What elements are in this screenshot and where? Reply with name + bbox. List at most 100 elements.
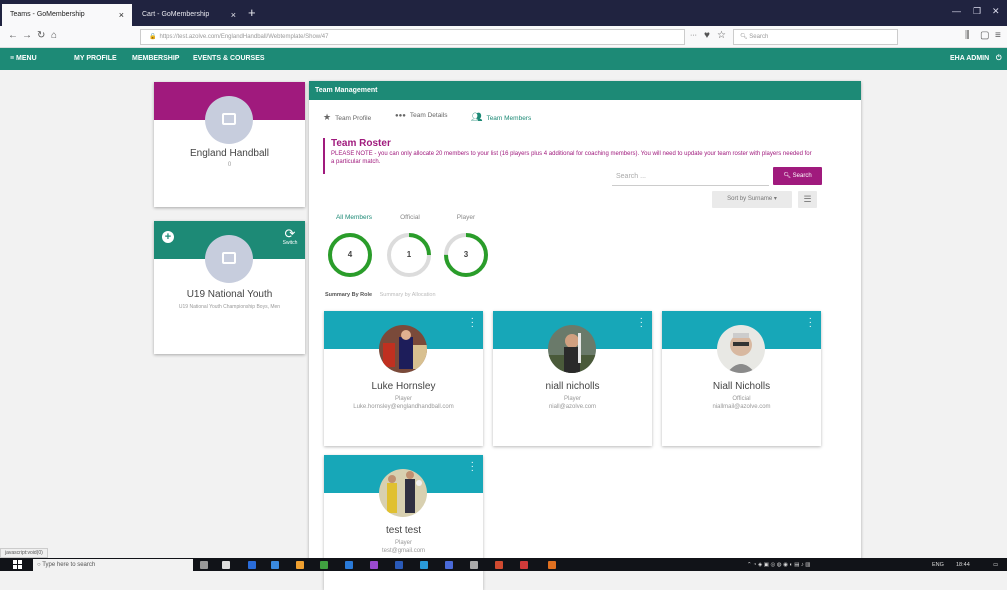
member-card[interactable]: · · · Niall Nicholls Official niallmail@az…: [662, 311, 821, 446]
address-bar[interactable]: 🔒 https://test.azolve.com/EnglandHandball…: [140, 29, 685, 45]
forward-icon[interactable]: →: [22, 30, 32, 41]
minimize-icon[interactable]: —: [952, 6, 961, 16]
reload-icon[interactable]: ↻: [37, 30, 45, 41]
firefox-icon[interactable]: [548, 561, 556, 569]
menu-button[interactable]: ≡ MENU: [10, 48, 37, 70]
nav-events-courses[interactable]: EVENTS & COURSES: [193, 48, 265, 70]
app-icon[interactable]: [271, 561, 279, 569]
member-email: niall@azolve.com: [548, 404, 597, 410]
clock[interactable]: 18:44: [956, 559, 970, 571]
member-email: Luke.hornsley@englandhandball.com: [353, 404, 454, 410]
member-photo: [379, 469, 427, 517]
close-window-icon[interactable]: ✕: [992, 6, 1000, 17]
sort-dropdown[interactable]: Sort by Surname ▾: [712, 191, 792, 208]
search-placeholder: Search: [749, 34, 769, 40]
tab-title: Cart - GoMembership: [142, 11, 210, 18]
switch-label: Switch: [282, 240, 298, 246]
system-tray-icons[interactable]: ⌃ ◔ ◈ ▣ ◎ ◍ ◉ ◐ ▤ ♪ ▥: [747, 559, 811, 571]
library-icon[interactable]: ⫼: [965, 30, 970, 41]
app-icon[interactable]: [395, 561, 403, 569]
stat-value: 4: [347, 250, 353, 259]
pocket-icon[interactable]: ♥: [704, 30, 710, 41]
page-actions-icon[interactable]: ···: [690, 32, 697, 39]
image-placeholder-icon: [222, 252, 236, 264]
search-icon: 🔍︎: [783, 173, 793, 179]
more-options-icon[interactable]: · · ·: [471, 314, 474, 332]
back-icon[interactable]: ←: [8, 30, 18, 41]
tab-team-profile[interactable]: ★ Team Profile: [323, 112, 371, 123]
nav-my-profile[interactable]: MY PROFILE: [74, 48, 117, 70]
windows-start-icon[interactable]: [13, 560, 22, 569]
member-name: Niall Nicholls: [712, 381, 771, 392]
add-icon[interactable]: +: [162, 231, 174, 243]
switch-team-button[interactable]: ⟳ Switch: [278, 227, 302, 246]
member-search-input[interactable]: Search ...: [612, 168, 769, 186]
stat-ring-official[interactable]: 1: [385, 231, 433, 279]
team-management-panel: Team Management ★ Team Profile ●●● Team De…: [309, 81, 861, 590]
browser-menu-icon[interactable]: ≡: [995, 30, 1001, 41]
nav-membership[interactable]: MEMBERSHIP: [132, 48, 179, 70]
app-icon[interactable]: [420, 561, 428, 569]
taskbar-search-input[interactable]: ○ Type here to search: [33, 559, 193, 571]
new-tab-button[interactable]: +: [248, 4, 256, 22]
more-options-icon[interactable]: · · ·: [640, 314, 643, 332]
app-icon[interactable]: [248, 561, 256, 569]
search-button[interactable]: 🔍︎ Search: [773, 167, 822, 185]
star-icon: ★: [323, 112, 332, 122]
tab-team-details[interactable]: ●●● Team Details: [395, 112, 447, 119]
app-icon[interactable]: [370, 561, 378, 569]
summary-tabs: Summary By Role Summary by Allocation: [325, 292, 436, 298]
stat-label-official[interactable]: Official: [380, 214, 440, 221]
explorer-icon[interactable]: [296, 561, 304, 569]
member-photo: [379, 325, 427, 373]
team-name: U19 National Youth: [186, 289, 273, 300]
mic-icon[interactable]: [200, 561, 208, 569]
organisation-card[interactable]: England Handball 0: [154, 82, 305, 207]
language-indicator[interactable]: ENG: [932, 559, 944, 571]
search-icon: 🔍︎: [740, 34, 750, 40]
app-icon[interactable]: [345, 561, 353, 569]
member-photo: [548, 325, 596, 373]
app-icon[interactable]: [520, 561, 528, 569]
browser-tab-teams[interactable]: Teams - GoMembership ×: [2, 4, 132, 26]
sidebar-icon[interactable]: ▢: [980, 30, 989, 41]
details-icon: ●●●: [395, 113, 406, 119]
list-view-icon[interactable]: ☰: [798, 191, 817, 208]
lock-icon: 🔒: [149, 34, 157, 40]
stat-ring-all-members[interactable]: 4: [326, 231, 374, 279]
member-photo: [717, 325, 765, 373]
app-icon[interactable]: [495, 561, 503, 569]
tab-team-members[interactable]: 👥︎ Team Members: [471, 112, 531, 123]
member-email: test@gmail.com: [381, 548, 426, 554]
notifications-icon[interactable]: ▭: [993, 559, 998, 571]
bookmark-star-icon[interactable]: ☆: [717, 30, 726, 41]
stat-ring-player[interactable]: 3: [442, 231, 490, 279]
close-tab-icon[interactable]: ×: [119, 4, 124, 26]
user-name[interactable]: EHA ADMIN: [950, 48, 989, 70]
app-icon[interactable]: [445, 561, 453, 569]
refresh-icon: ⟳: [284, 226, 296, 241]
member-card[interactable]: · · · Luke Hornsley Player Luke.hornsley@e…: [324, 311, 483, 446]
browser-tab-bar: Teams - GoMembership × Cart - GoMembersh…: [0, 0, 1007, 26]
summary-by-allocation-tab[interactable]: Summary by Allocation: [380, 292, 436, 298]
organisation-avatar: [205, 96, 253, 144]
browser-search-input[interactable]: 🔍︎ Search: [733, 29, 898, 45]
team-card[interactable]: + ⟳ Switch U19 National Youth U19 Nation…: [154, 221, 305, 354]
stat-value: 1: [406, 250, 412, 259]
close-tab-icon[interactable]: ×: [231, 4, 236, 26]
maximize-icon[interactable]: ❐: [973, 6, 981, 17]
summary-by-role-tab[interactable]: Summary By Role: [325, 292, 372, 298]
home-icon[interactable]: ⌂: [51, 30, 57, 41]
task-view-icon[interactable]: [222, 561, 230, 569]
organisation-name: England Handball: [190, 148, 269, 159]
app-icon[interactable]: [320, 561, 328, 569]
member-card[interactable]: · · · niall nicholls Player niall@azolve.c…: [493, 311, 652, 446]
more-options-icon[interactable]: · · ·: [809, 314, 812, 332]
member-name: niall nicholls: [545, 381, 600, 392]
app-icon[interactable]: [470, 561, 478, 569]
stat-label-player[interactable]: Player: [436, 214, 496, 221]
more-options-icon[interactable]: · · ·: [471, 458, 474, 476]
browser-tab-cart[interactable]: Cart - GoMembership ×: [134, 4, 244, 26]
stat-label-all-members[interactable]: All Members: [324, 214, 384, 221]
power-icon[interactable]: ⏻: [996, 48, 1002, 70]
